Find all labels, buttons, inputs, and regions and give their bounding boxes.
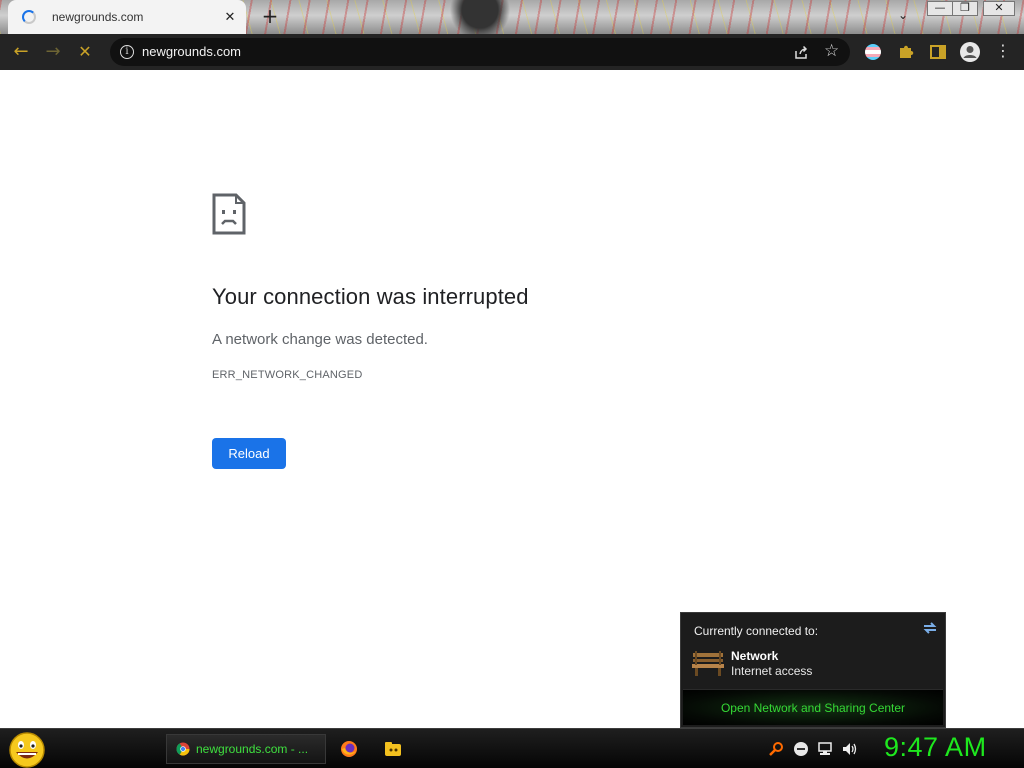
network-tray-icon[interactable] — [817, 741, 833, 757]
network-flyout: Currently connected to: Network Internet… — [680, 612, 946, 728]
error-message: A network change was detected. — [212, 331, 428, 348]
loading-spinner-icon — [22, 10, 36, 24]
tab-strip: newgrounds.com ✕ + ⌄ — ❐ ✕ — [0, 0, 1024, 34]
status-tray-icon[interactable] — [793, 741, 809, 757]
tab-title: newgrounds.com — [52, 10, 144, 24]
share-icon[interactable] — [793, 45, 809, 61]
tab-close-icon[interactable]: ✕ — [222, 10, 238, 25]
error-title: Your connection was interrupted — [212, 284, 529, 309]
sad-page-icon — [212, 193, 246, 235]
browser-toolbar: ← → ✕ i newgrounds.com ☆ ⋮ — [0, 34, 1024, 70]
network-sharing-center-link[interactable]: Open Network and Sharing Center — [683, 701, 943, 715]
bookmark-star-icon[interactable]: ☆ — [824, 41, 839, 61]
chrome-icon — [176, 742, 190, 756]
error-code: ERR_NETWORK_CHANGED — [212, 369, 363, 381]
minimize-button[interactable]: — — [927, 1, 953, 16]
flyout-heading: Currently connected to: — [694, 624, 819, 638]
taskbar-window-title: newgrounds.com - ... — [196, 742, 309, 756]
network-bench-icon — [692, 651, 724, 676]
flyout-footer: Open Network and Sharing Center — [683, 689, 943, 725]
reload-button[interactable]: Reload — [212, 438, 286, 469]
search-tray-icon[interactable] — [768, 741, 784, 757]
network-name: Network — [731, 649, 779, 663]
tab-search-icon[interactable]: ⌄ — [898, 8, 908, 22]
profile-flag-icon[interactable] — [864, 43, 882, 61]
account-avatar-icon[interactable] — [959, 41, 981, 63]
extensions-puzzle-icon[interactable] — [897, 43, 915, 61]
site-info-icon[interactable]: i — [120, 45, 134, 59]
volume-tray-icon[interactable] — [841, 741, 857, 757]
taskbar-chrome-window[interactable]: newgrounds.com - ... — [166, 734, 326, 764]
taskbar: newgrounds.com - ... 9:47 AM — [0, 728, 1024, 768]
taskbar-clock[interactable]: 9:47 AM — [884, 732, 987, 763]
back-button[interactable]: ← — [10, 41, 32, 63]
firefox-icon[interactable] — [340, 740, 358, 758]
folder-app-icon[interactable] — [384, 740, 402, 758]
side-panel-icon[interactable] — [929, 43, 947, 61]
network-refresh-icon[interactable] — [921, 619, 939, 637]
menu-kebab-icon[interactable]: ⋮ — [994, 41, 1012, 60]
address-bar[interactable]: i newgrounds.com ☆ — [110, 38, 850, 66]
network-status: Internet access — [731, 664, 813, 678]
url-text[interactable]: newgrounds.com — [142, 44, 241, 59]
forward-button[interactable]: → — [42, 41, 64, 63]
close-window-button[interactable]: ✕ — [983, 1, 1015, 16]
maximize-button[interactable]: ❐ — [952, 1, 978, 16]
start-smiley-icon[interactable] — [7, 731, 47, 768]
stop-loading-button[interactable]: ✕ — [74, 41, 96, 63]
browser-tab-active[interactable]: newgrounds.com ✕ — [8, 0, 246, 34]
new-tab-button[interactable]: + — [260, 6, 280, 26]
